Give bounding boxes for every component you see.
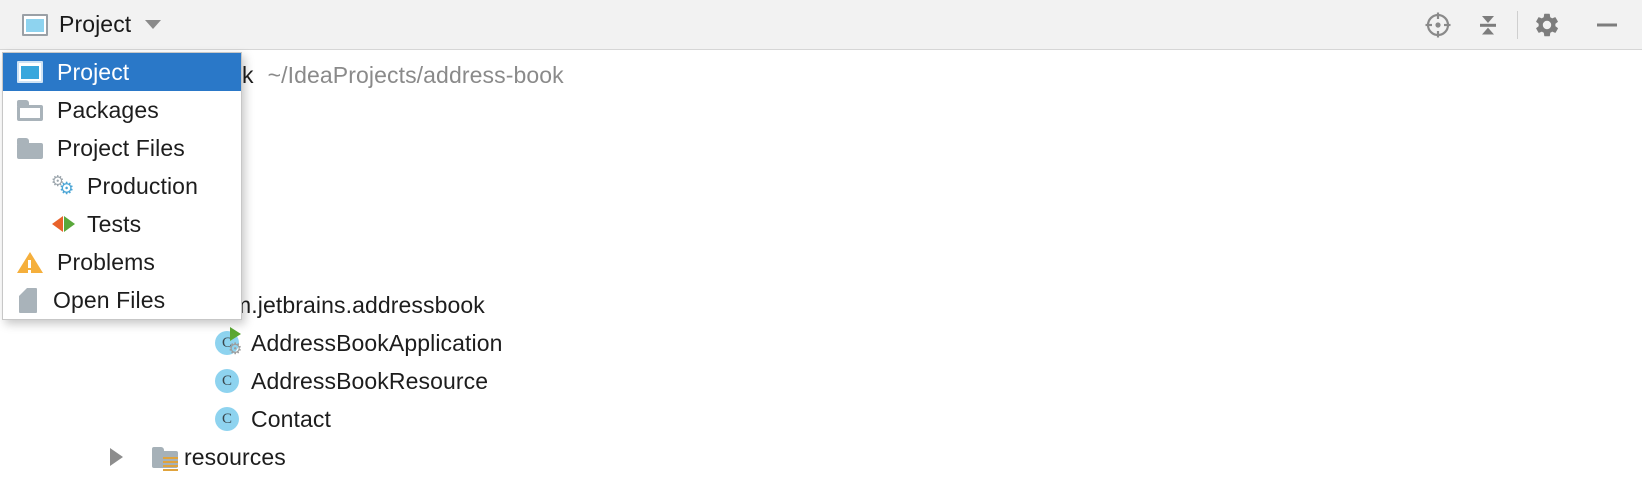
scroll-from-source-icon bbox=[1425, 12, 1451, 37]
project-window-icon bbox=[22, 13, 48, 36]
expand-arrow-icon[interactable] bbox=[110, 448, 123, 466]
minimize-icon bbox=[1597, 23, 1617, 26]
config-badge-icon: ⚙ bbox=[228, 341, 243, 358]
chevron-down-icon[interactable] bbox=[145, 20, 162, 29]
menu-item-project[interactable]: Project bbox=[3, 53, 241, 91]
table-row[interactable]: resources bbox=[0, 438, 1642, 476]
class-icon: C bbox=[215, 407, 239, 431]
tree-node-label: Contact bbox=[251, 405, 331, 432]
run-triangle-badge-icon bbox=[230, 327, 241, 341]
table-row[interactable]: C AddressBookResource bbox=[0, 362, 1642, 400]
resources-folder-icon bbox=[152, 446, 178, 471]
folder-icon bbox=[17, 137, 43, 159]
collapse-all-button[interactable] bbox=[1463, 0, 1513, 49]
tree-node-label: k bbox=[242, 61, 254, 88]
view-selector-popup[interactable]: Project Packages Project Files ⚙ ⚙ Produc… bbox=[2, 52, 242, 320]
folder-outline-icon bbox=[17, 99, 43, 121]
tool-window-title: Project bbox=[59, 11, 132, 37]
menu-item-tests[interactable]: Tests bbox=[3, 205, 241, 243]
menu-item-label: Packages bbox=[57, 96, 159, 123]
project-tool-window: Project k ~/IdeaProjects/address-book m.… bbox=[0, 0, 1642, 504]
menu-item-label: Tests bbox=[87, 210, 142, 237]
project-tree[interactable]: k ~/IdeaProjects/address-book m.jetbrain… bbox=[0, 51, 1642, 503]
menu-item-project-files[interactable]: Project Files bbox=[3, 129, 241, 167]
class-icon: C bbox=[215, 369, 239, 393]
document-icon bbox=[17, 287, 39, 313]
menu-item-problems[interactable]: Problems bbox=[3, 243, 241, 281]
tool-window-view-selector[interactable]: Project bbox=[22, 0, 162, 49]
menu-item-packages[interactable]: Packages bbox=[3, 91, 241, 129]
warning-triangle-icon bbox=[17, 251, 43, 274]
table-row[interactable]: C Contact bbox=[0, 400, 1642, 438]
scroll-from-source-button[interactable] bbox=[1413, 0, 1463, 49]
tool-window-actions bbox=[1413, 0, 1642, 49]
hide-button[interactable] bbox=[1572, 0, 1642, 49]
table-row[interactable]: k ~/IdeaProjects/address-book bbox=[0, 56, 1642, 94]
tree-node-label: m.jetbrains.addressbook bbox=[232, 291, 485, 318]
project-window-icon bbox=[17, 61, 43, 83]
menu-item-label: Open Files bbox=[53, 286, 166, 313]
menu-item-label: Project bbox=[57, 58, 130, 85]
menu-item-label: Problems bbox=[57, 248, 155, 275]
tree-node-path: ~/IdeaProjects/address-book bbox=[267, 61, 564, 88]
toolbar-separator bbox=[1517, 10, 1518, 39]
menu-item-label: Project Files bbox=[57, 134, 185, 161]
tree-node-label: AddressBookResource bbox=[251, 367, 489, 394]
tests-arrows-icon bbox=[51, 213, 77, 235]
tool-window-header: Project bbox=[0, 0, 1642, 50]
options-gear-button[interactable] bbox=[1522, 0, 1572, 49]
table-row[interactable]: C ⚙ AddressBookApplication bbox=[0, 324, 1642, 362]
gear-icon bbox=[1536, 13, 1558, 36]
table-row[interactable]: m.jetbrains.addressbook bbox=[0, 286, 1642, 324]
tree-node-label: AddressBookApplication bbox=[251, 329, 503, 356]
class-runnable-icon: C ⚙ bbox=[215, 327, 242, 358]
tree-node-label: resources bbox=[184, 443, 286, 470]
menu-item-production[interactable]: ⚙ ⚙ Production bbox=[3, 167, 241, 205]
menu-item-open-files[interactable]: Open Files bbox=[3, 281, 241, 319]
gears-icon: ⚙ ⚙ bbox=[51, 173, 75, 198]
collapse-all-icon bbox=[1480, 15, 1496, 34]
menu-item-label: Production bbox=[87, 172, 198, 199]
